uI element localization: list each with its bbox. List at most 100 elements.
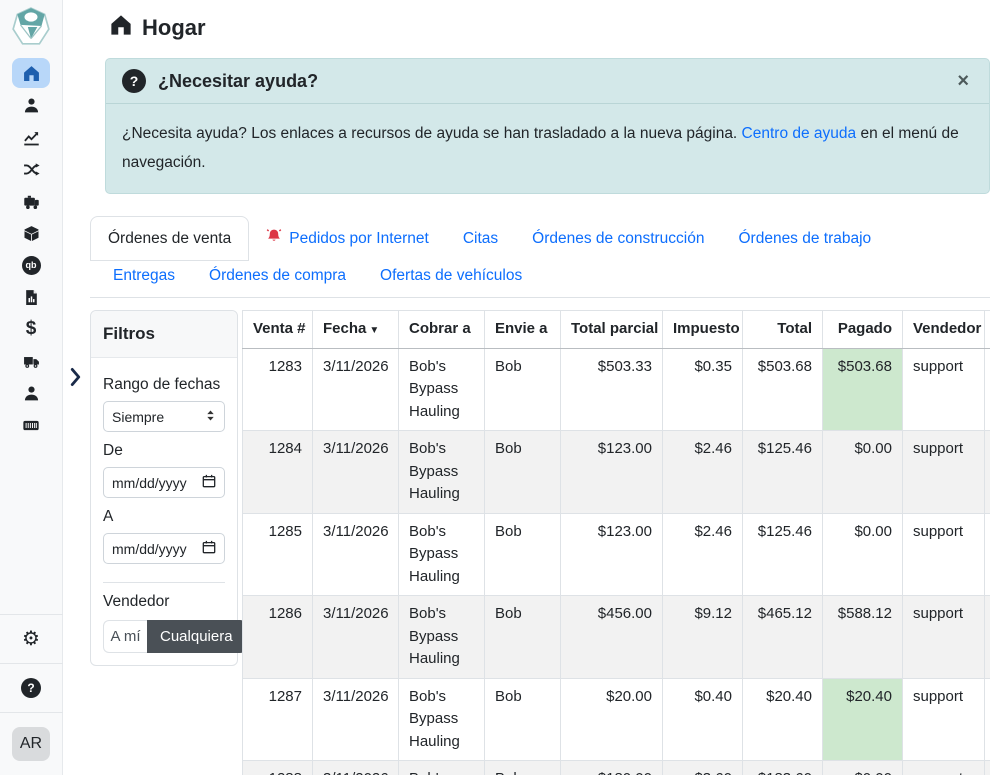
tab-ofertas-de-vehiculos[interactable]: Ofertas de vehículos xyxy=(363,261,539,297)
col-pagado[interactable]: Pagado xyxy=(823,311,903,349)
filters-panel: Filtros Rango de fechas Siempre De mm/dd… xyxy=(90,310,238,666)
sidebar-item-customers[interactable] xyxy=(12,90,50,120)
vendor-me-button[interactable]: A mí xyxy=(103,620,147,653)
tab-ordenes-de-compra[interactable]: Órdenes de compra xyxy=(192,261,363,297)
cell-venta: 1286 xyxy=(243,596,313,679)
table-row[interactable]: 1288 3/11/2026 Bob's Bypass Hauling Bob … xyxy=(243,761,991,775)
quickbooks-icon: qb xyxy=(22,256,41,275)
cell-fecha: 3/11/2026 xyxy=(313,431,399,514)
sidebar-item-barcodes[interactable] xyxy=(12,410,50,440)
cell-venta: 1287 xyxy=(243,678,313,761)
document-chart-icon xyxy=(23,289,40,306)
sidebar-item-parts[interactable] xyxy=(12,218,50,248)
user-menu[interactable]: AR xyxy=(0,712,63,775)
table-row[interactable]: 1284 3/11/2026 Bob's Bypass Hauling Bob … xyxy=(243,431,991,514)
col-envie-a[interactable]: Envie a xyxy=(485,311,561,349)
cell-parcial: $20.00 xyxy=(561,678,663,761)
question-circle-icon: ? xyxy=(21,678,41,698)
sidebar: qb $ ⚙ ? AR xyxy=(0,0,63,775)
vendor-label: Vendedor xyxy=(103,593,225,611)
col-venta[interactable]: Venta # xyxy=(243,311,313,349)
sidebar-item-machines[interactable] xyxy=(12,186,50,216)
cell-total: $183.60 xyxy=(743,761,823,775)
select-arrows-icon xyxy=(205,409,216,425)
help-center-link[interactable]: Centro de ayuda xyxy=(742,125,857,142)
cell-parcial: $456.00 xyxy=(561,596,663,679)
vendor-any-button[interactable]: Cualquiera xyxy=(147,620,246,653)
date-to-label: A xyxy=(103,508,225,526)
sidebar-item-deliveries[interactable] xyxy=(12,346,50,376)
gear-icon: ⚙ xyxy=(22,629,40,649)
help-banner: ? ¿Necesitar ayuda? × ¿Necesita ayuda? L… xyxy=(105,58,990,194)
cell-empty xyxy=(985,596,991,679)
tab-ordenes-de-venta[interactable]: Órdenes de venta xyxy=(90,216,249,261)
cell-impuesto: $2.46 xyxy=(663,513,743,596)
cell-vendedor: support xyxy=(903,431,985,514)
sidebar-item-help[interactable]: ? xyxy=(0,663,63,712)
col-fecha[interactable]: Fecha▼ xyxy=(313,311,399,349)
col-cut-off[interactable]: C xyxy=(985,311,991,349)
tab-pedidos-por-internet[interactable]: Pedidos por Internet xyxy=(249,216,446,261)
sidebar-item-employees[interactable] xyxy=(12,378,50,408)
avatar: AR xyxy=(12,727,50,761)
tab-entregas[interactable]: Entregas xyxy=(96,261,192,297)
cell-pagado: $20.40 xyxy=(823,678,903,761)
sidebar-item-reports[interactable] xyxy=(12,122,50,152)
table-row[interactable]: 1286 3/11/2026 Bob's Bypass Hauling Bob … xyxy=(243,596,991,679)
cell-envie: Bob xyxy=(485,678,561,761)
cell-empty xyxy=(985,513,991,596)
filters-title: Filtros xyxy=(91,311,237,358)
tab-ordenes-de-trabajo[interactable]: Órdenes de trabajo xyxy=(721,216,888,261)
sidebar-item-quickbooks[interactable]: qb xyxy=(12,250,50,280)
sidebar-item-workflow[interactable] xyxy=(12,154,50,184)
sidebar-item-documents[interactable] xyxy=(12,282,50,312)
date-range-label: Rango de fechas xyxy=(103,376,225,394)
tab-ordenes-de-construccion[interactable]: Órdenes de construcción xyxy=(515,216,721,261)
col-total-parcial[interactable]: Total parcial xyxy=(561,311,663,349)
cell-vendedor: support xyxy=(903,348,985,431)
barcode-icon xyxy=(22,417,40,434)
col-vendedor[interactable]: Vendedor xyxy=(903,311,985,349)
cell-vendedor: support xyxy=(903,596,985,679)
help-banner-title: ¿Necesitar ayuda? xyxy=(158,71,318,92)
sidebar-item-settings[interactable]: ⚙ xyxy=(0,614,63,663)
cell-cobrar: Bob's Bypass Hauling xyxy=(399,513,485,596)
package-icon xyxy=(23,225,40,242)
cell-empty xyxy=(985,348,991,431)
sidebar-item-payments[interactable]: $ xyxy=(12,314,50,344)
cell-vendedor: support xyxy=(903,678,985,761)
table-row[interactable]: 1287 3/11/2026 Bob's Bypass Hauling Bob … xyxy=(243,678,991,761)
cell-fecha: 3/11/2026 xyxy=(313,678,399,761)
close-icon[interactable]: × xyxy=(953,71,973,91)
col-total[interactable]: Total xyxy=(743,311,823,349)
col-cobrar-a[interactable]: Cobrar a xyxy=(399,311,485,349)
cell-pagado: $0.00 xyxy=(823,513,903,596)
help-banner-body: ¿Necesita ayuda? Los enlaces a recursos … xyxy=(106,104,989,193)
cell-impuesto: $9.12 xyxy=(663,596,743,679)
cell-venta: 1285 xyxy=(243,513,313,596)
col-impuesto[interactable]: Impuesto xyxy=(663,311,743,349)
app-logo-icon[interactable] xyxy=(9,5,53,49)
cell-total: $465.12 xyxy=(743,596,823,679)
cell-parcial: $123.00 xyxy=(561,431,663,514)
tab-citas[interactable]: Citas xyxy=(446,216,515,261)
sidebar-item-home[interactable] xyxy=(12,58,50,88)
help-banner-header: ? ¿Necesitar ayuda? × xyxy=(106,59,989,104)
cell-envie: Bob xyxy=(485,348,561,431)
calendar-icon xyxy=(202,474,216,491)
cell-venta: 1283 xyxy=(243,348,313,431)
cell-total: $125.46 xyxy=(743,431,823,514)
page-title: Hogar xyxy=(110,14,990,42)
home-icon xyxy=(23,65,40,82)
date-from-input[interactable]: mm/dd/yyyy xyxy=(103,467,225,498)
cell-total: $503.68 xyxy=(743,348,823,431)
table-header-row: Venta # Fecha▼ Cobrar a Envie a Total pa… xyxy=(243,311,991,349)
cell-impuesto: $0.40 xyxy=(663,678,743,761)
date-range-select[interactable]: Siempre xyxy=(103,401,225,432)
chevron-right-icon[interactable] xyxy=(69,366,82,392)
date-to-input[interactable]: mm/dd/yyyy xyxy=(103,533,225,564)
cell-venta: 1284 xyxy=(243,431,313,514)
machine-icon xyxy=(23,193,40,210)
table-row[interactable]: 1285 3/11/2026 Bob's Bypass Hauling Bob … xyxy=(243,513,991,596)
table-row[interactable]: 1283 3/11/2026 Bob's Bypass Hauling Bob … xyxy=(243,348,991,431)
